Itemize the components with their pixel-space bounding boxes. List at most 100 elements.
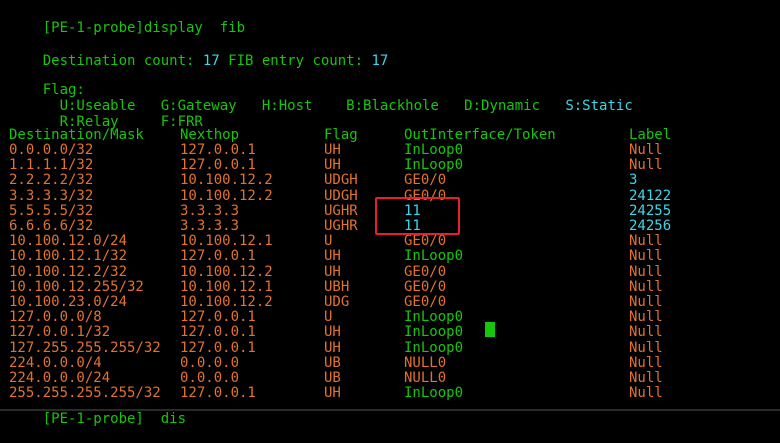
table-row: 10.100.12.255/32 10.100.12.1 UBH GE0/0 Null bbox=[9, 279, 769, 295]
cell-flag: UGHR bbox=[324, 218, 358, 234]
cell-flag: U bbox=[324, 309, 333, 326]
cell-nexthop: 127.0.0.1 bbox=[180, 324, 256, 341]
cell-label: 24122 bbox=[629, 187, 672, 204]
cell-nexthop: 10.100.12.2 bbox=[180, 172, 273, 189]
bottom-prompt-text: [PE-1-probe] dis bbox=[42, 411, 187, 427]
summary-line: Destination count: 17 FIB entry count: 1… bbox=[9, 37, 389, 69]
cell-destination: 10.100.12.0/24 bbox=[9, 233, 128, 250]
cell-flag: UH bbox=[324, 339, 341, 356]
cell-destination: 224.0.0.0/4 bbox=[9, 354, 102, 371]
table-row: 10.100.12.0/24 10.100.12.1 U GE0/0 Null bbox=[9, 233, 769, 249]
cell-label: 24255 bbox=[629, 202, 672, 219]
table-row: 2.2.2.2/32 10.100.12.2 UDGH GE0/0 3 bbox=[9, 172, 769, 188]
cell-flag: U bbox=[324, 233, 333, 250]
fib-count-value: 17 bbox=[371, 53, 389, 69]
cell-nexthop: 127.0.0.1 bbox=[180, 142, 256, 158]
cell-label: Null bbox=[629, 233, 663, 250]
cell-destination: 1.1.1.1/32 bbox=[9, 157, 94, 174]
cell-flag: UH bbox=[324, 157, 341, 174]
flag-legend-static: S:Static bbox=[565, 98, 633, 114]
cell-destination: 2.2.2.2/32 bbox=[9, 172, 94, 189]
cell-destination: 10.100.12.2/32 bbox=[9, 263, 128, 280]
cell-flag: UDGH bbox=[324, 172, 358, 189]
cell-nexthop: 10.100.12.2 bbox=[180, 263, 273, 280]
cell-destination: 10.100.12.255/32 bbox=[9, 278, 144, 295]
cell-interface: NULL0 bbox=[404, 370, 447, 386]
cell-destination: 0.0.0.0/32 bbox=[9, 142, 94, 158]
cell-flag: UB bbox=[324, 354, 341, 371]
flag-legend-row1: U:Useable G:Gateway H:Host B:Blackhole D… bbox=[9, 82, 633, 114]
table-row: 10.100.23.0/24 10.100.12.2 UDG GE0/0 Null bbox=[9, 294, 769, 310]
cell-label: Null bbox=[629, 385, 663, 402]
table-row: 224.0.0.0/24 0.0.0.0 UB NULL0 Null bbox=[9, 370, 769, 386]
cell-flag: UH bbox=[324, 263, 341, 280]
cell-destination: 3.3.3.3/32 bbox=[9, 187, 94, 204]
cell-flag: UH bbox=[324, 142, 341, 158]
cell-nexthop: 3.3.3.3 bbox=[180, 202, 240, 219]
cell-nexthop: 0.0.0.0 bbox=[180, 370, 240, 386]
cell-interface: InLoop0 bbox=[404, 324, 464, 341]
cell-interface: InLoop0 bbox=[404, 157, 464, 174]
command-line: [PE-1-probe]display fib bbox=[9, 4, 245, 36]
cell-interface: GE0/0 bbox=[404, 263, 447, 280]
cell-label: Null bbox=[629, 309, 663, 326]
cell-interface: InLoop0 bbox=[404, 142, 464, 158]
cell-interface: InLoop0 bbox=[404, 248, 464, 265]
cell-interface: InLoop0 bbox=[404, 339, 464, 356]
text-cursor bbox=[485, 322, 495, 337]
cell-label: 24256 bbox=[629, 218, 672, 234]
cell-interface: NULL0 bbox=[404, 354, 447, 371]
cell-destination: 6.6.6.6/32 bbox=[9, 218, 94, 234]
flag-title: Flag: bbox=[9, 66, 85, 98]
cell-nexthop: 127.0.0.1 bbox=[180, 385, 256, 402]
header-interface: OutInterface/Token bbox=[404, 127, 556, 143]
cell-nexthop: 0.0.0.0 bbox=[180, 354, 240, 371]
cell-label: Null bbox=[629, 263, 663, 280]
cell-destination: 127.0.0.0/8 bbox=[9, 309, 102, 326]
table-row: 127.0.0.0/8 127.0.0.1 U InLoop0 Null bbox=[9, 309, 769, 325]
cell-interface: GE0/0 bbox=[404, 278, 447, 295]
cell-label: Null bbox=[629, 278, 663, 295]
header-label: Label bbox=[629, 127, 672, 143]
cell-nexthop: 3.3.3.3 bbox=[180, 218, 240, 234]
cell-label: Null bbox=[629, 142, 663, 158]
table-row: 10.100.12.1/32 127.0.0.1 UH InLoop0 Null bbox=[9, 248, 769, 264]
cell-flag: UH bbox=[324, 248, 341, 265]
cell-nexthop: 10.100.12.2 bbox=[180, 294, 273, 310]
cell-flag: UDGH bbox=[324, 187, 358, 204]
table-row: 127.0.0.1/32 127.0.0.1 UH InLoop0 Null bbox=[9, 324, 769, 340]
cell-destination: 127.0.0.1/32 bbox=[9, 324, 111, 341]
cell-nexthop: 127.0.0.1 bbox=[180, 339, 256, 356]
table-header: Destination/Mask Nexthop Flag OutInterfa… bbox=[9, 127, 769, 143]
command-text: [PE-1-probe]display fib bbox=[42, 20, 246, 36]
header-destination: Destination/Mask bbox=[9, 127, 144, 143]
cell-destination: 5.5.5.5/32 bbox=[9, 202, 94, 219]
cell-interface: InLoop0 bbox=[404, 309, 464, 326]
cell-nexthop: 127.0.0.1 bbox=[180, 309, 256, 326]
cell-label: Null bbox=[629, 370, 663, 386]
cell-label: Null bbox=[629, 157, 663, 174]
cell-label: Null bbox=[629, 339, 663, 356]
cell-nexthop: 10.100.12.1 bbox=[180, 278, 273, 295]
cell-interface: InLoop0 bbox=[404, 385, 464, 402]
cell-flag: UH bbox=[324, 324, 341, 341]
cell-flag: UB bbox=[324, 370, 341, 386]
table-row: 0.0.0.0/32 127.0.0.1 UH InLoop0 Null bbox=[9, 142, 769, 158]
cell-destination: 10.100.23.0/24 bbox=[9, 294, 128, 310]
cell-label: Null bbox=[629, 248, 663, 265]
flag-legend-row2: R:Relay F:FRR bbox=[9, 98, 203, 130]
cell-destination: 127.255.255.255/32 bbox=[9, 339, 161, 356]
cell-nexthop: 10.100.12.1 bbox=[180, 233, 273, 250]
header-nexthop: Nexthop bbox=[180, 127, 240, 143]
cell-label: Null bbox=[629, 354, 663, 371]
dest-count-value: 17 bbox=[202, 53, 220, 69]
cell-interface: GE0/0 bbox=[404, 294, 447, 310]
cell-nexthop: 127.0.0.1 bbox=[180, 157, 256, 174]
cell-flag: UDG bbox=[324, 294, 350, 310]
cell-interface: GE0/0 bbox=[404, 172, 447, 189]
cell-interface: GE0/0 bbox=[404, 233, 447, 250]
terminal-window[interactable]: [PE-1-probe]display fib Destination coun… bbox=[0, 0, 780, 427]
cell-flag: UGHR bbox=[324, 202, 358, 219]
cell-label: 3 bbox=[629, 172, 638, 189]
cell-nexthop: 127.0.0.1 bbox=[180, 248, 256, 265]
